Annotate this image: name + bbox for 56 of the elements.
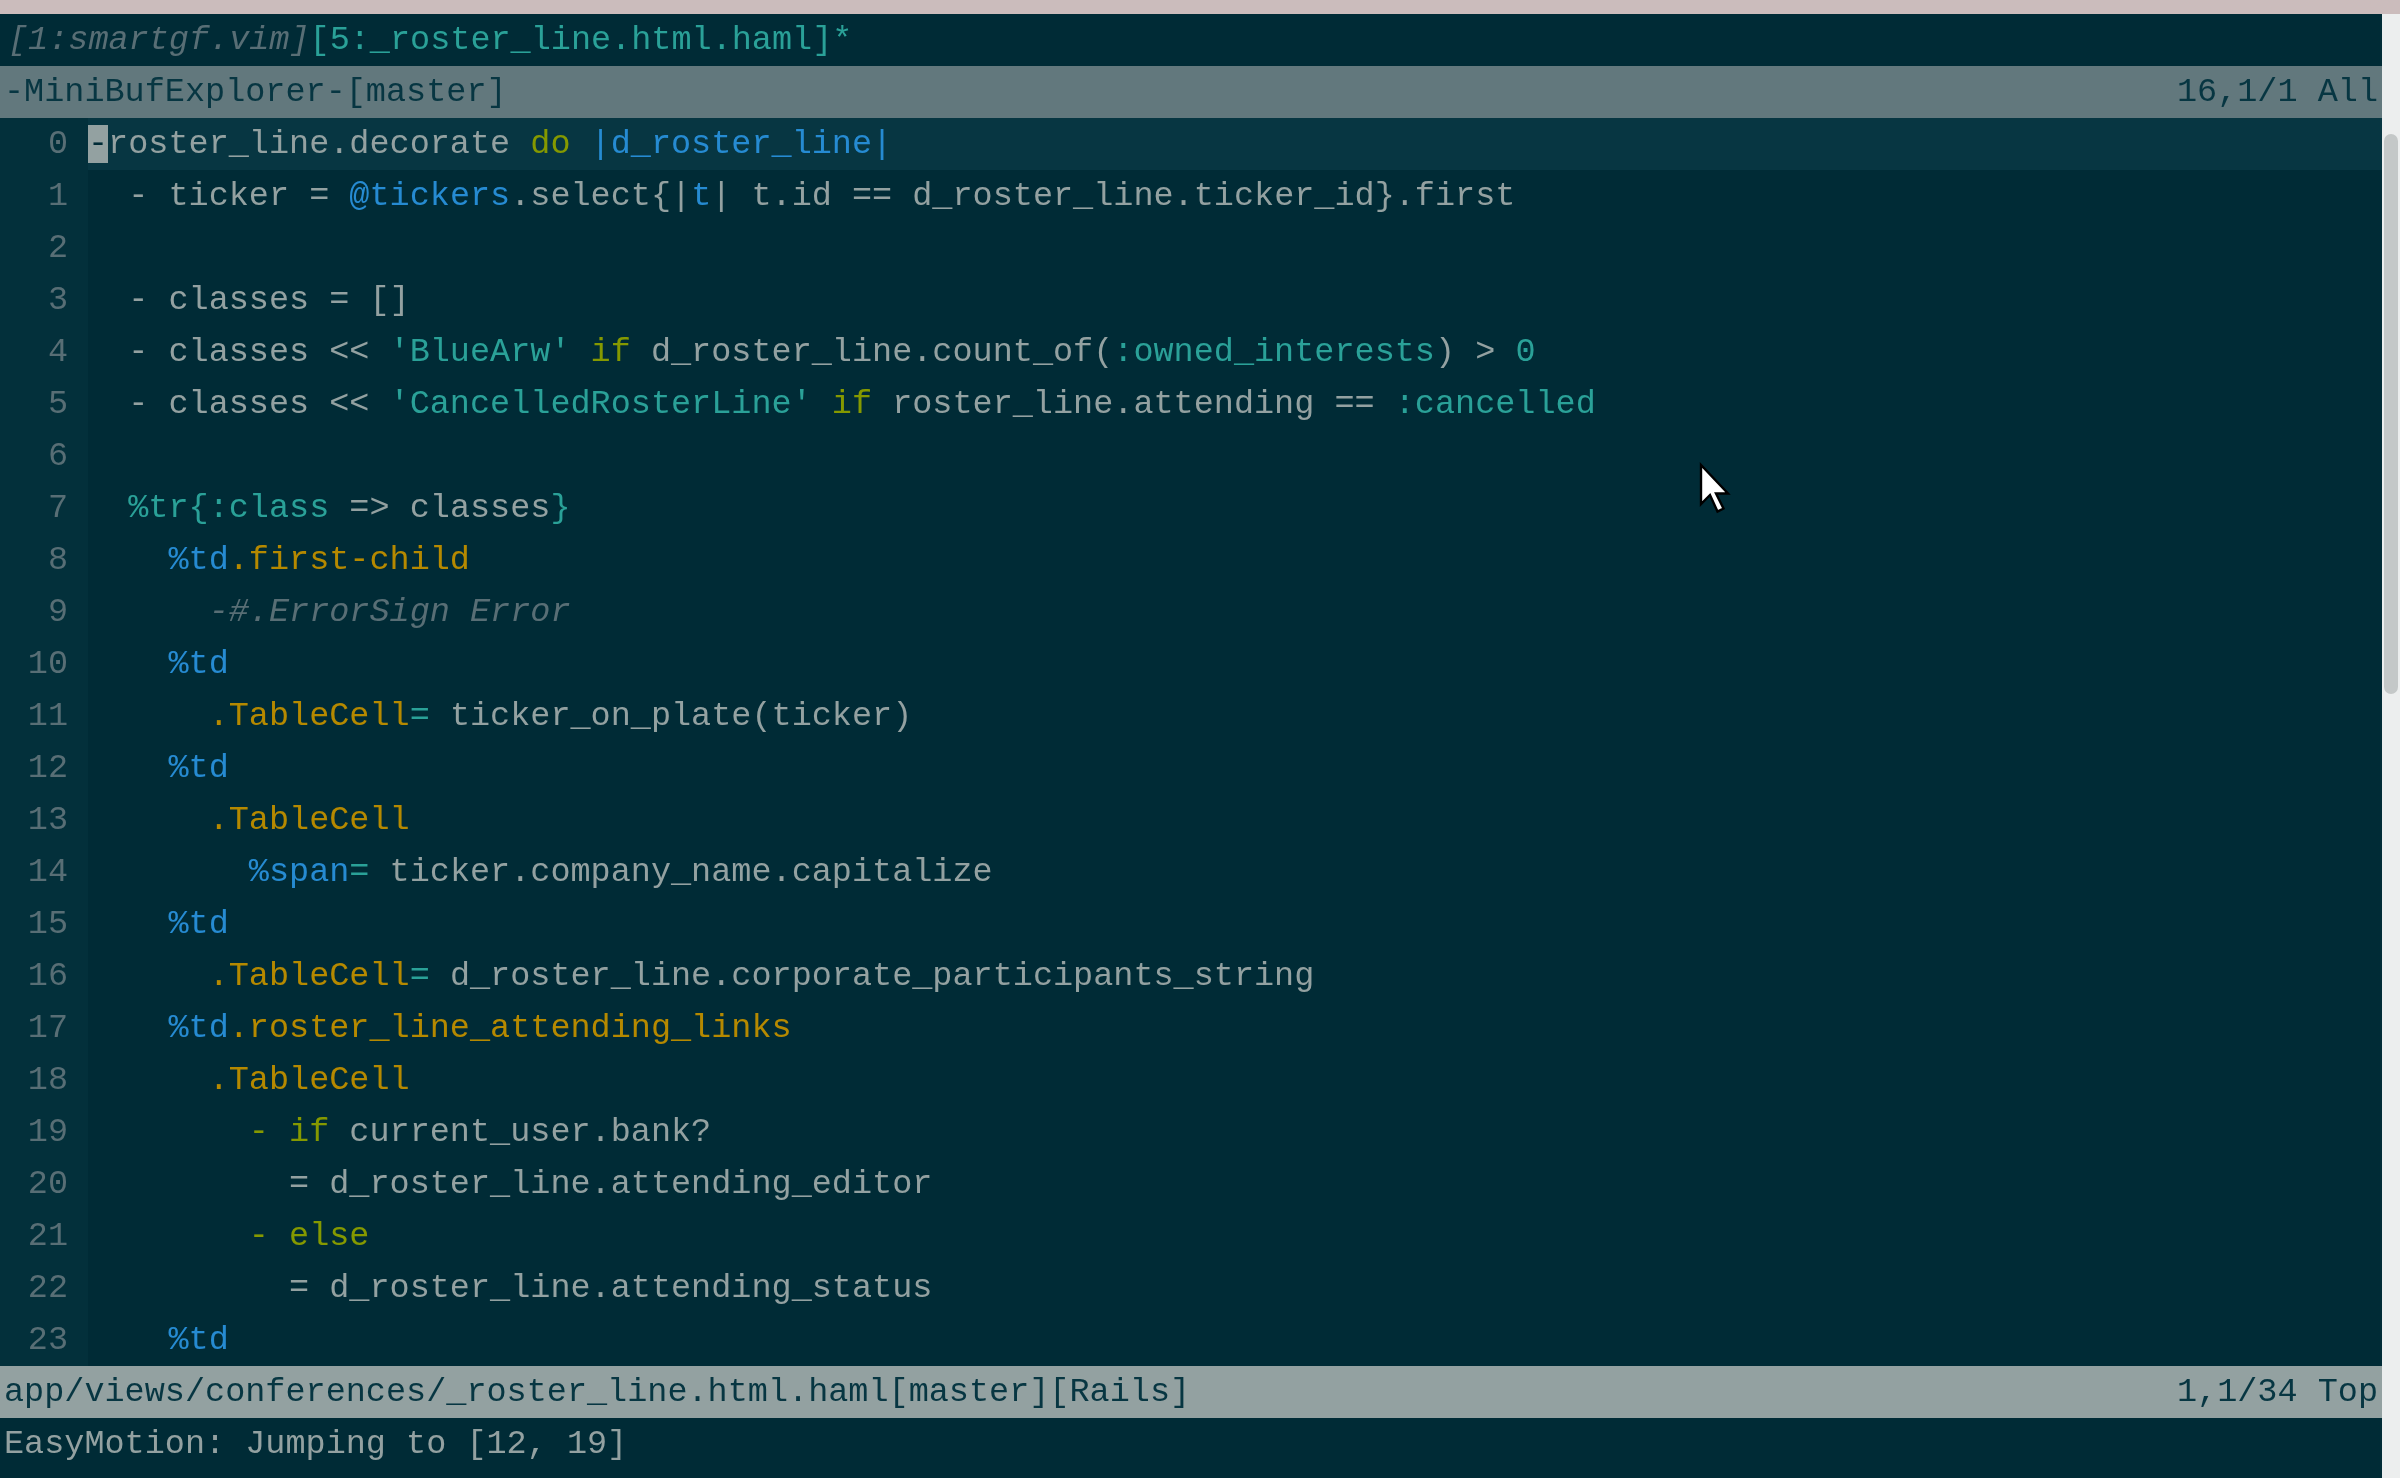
code-line: .TableCell bbox=[208, 800, 410, 841]
line-number: 2 bbox=[0, 222, 88, 274]
code-line: - else bbox=[248, 1216, 370, 1257]
line-number: 23 bbox=[0, 1314, 88, 1366]
line-number: 7 bbox=[0, 482, 88, 534]
line-number: 10 bbox=[0, 638, 88, 690]
line-number: 1 bbox=[0, 170, 88, 222]
code-line: %td bbox=[168, 644, 229, 685]
code-line: %tr{:class => classes} bbox=[128, 488, 571, 529]
code-line: .TableCell= ticker_on_plate(ticker) bbox=[208, 696, 913, 737]
line-number: 9 bbox=[0, 586, 88, 638]
line-number: 11 bbox=[0, 690, 88, 742]
line-number: 20 bbox=[0, 1158, 88, 1210]
line-number: 22 bbox=[0, 1262, 88, 1314]
line-number: 18 bbox=[0, 1054, 88, 1106]
line-number: 3 bbox=[0, 274, 88, 326]
line-number: 13 bbox=[0, 794, 88, 846]
line-number: 16 bbox=[0, 950, 88, 1002]
cursor-position: 16,1/1 All bbox=[2176, 72, 2378, 113]
code-line: = d_roster_line.attending_status bbox=[289, 1268, 933, 1309]
scroll-thumb[interactable] bbox=[2384, 134, 2398, 694]
code-line: %td.roster_line_attending_links bbox=[168, 1008, 792, 1049]
line-number: 15 bbox=[0, 898, 88, 950]
code-line: - if current_user.bank? bbox=[248, 1112, 712, 1153]
command-line-message: EasyMotion: Jumping to [12, 19] bbox=[4, 1425, 628, 1463]
code-line: %td bbox=[168, 1320, 229, 1361]
line-number: 0 bbox=[0, 118, 88, 170]
code-line: .TableCell= d_roster_line.corporate_participants_string bbox=[208, 956, 1315, 997]
file-path: app/views/conferences/_roster_line.html.haml[master][Rails] bbox=[4, 1372, 1191, 1413]
code-line: %td bbox=[168, 904, 229, 945]
code-line: -#.ErrorSign Error bbox=[208, 592, 571, 633]
code-line: = d_roster_line.attending_editor bbox=[289, 1164, 933, 1205]
buffer-tab[interactable]: [5:_roster_line.html.haml]* bbox=[309, 14, 853, 66]
line-number: 4 bbox=[0, 326, 88, 378]
buffer-tab[interactable]: [1:smartgf.vim] bbox=[8, 14, 310, 66]
code-line: .TableCell bbox=[208, 1060, 410, 1101]
code-line: %td bbox=[168, 748, 229, 789]
line-number: 19 bbox=[0, 1106, 88, 1158]
line-number: 5 bbox=[0, 378, 88, 430]
line-number: 21 bbox=[0, 1210, 88, 1262]
line-number: 6 bbox=[0, 430, 88, 482]
line-number: 12 bbox=[0, 742, 88, 794]
mouse-pointer-icon bbox=[1698, 462, 1734, 516]
code-line: - classes << 'BlueArw' if d_roster_line.count_of(:owned_interests) > 0 bbox=[128, 332, 1536, 373]
code-line: - classes << 'CancelledRosterLine' if roster_line.attending == :cancelled bbox=[128, 384, 1596, 425]
code-line: - ticker = @tickers.select{|t| t.id == d_roster_line.ticker_id}.first bbox=[128, 176, 1516, 217]
code-line: %span= ticker.company_name.capitalize bbox=[248, 852, 993, 893]
code-line: - classes = [] bbox=[128, 280, 410, 321]
line-number: 8 bbox=[0, 534, 88, 586]
status-text: -MiniBufExplorer-[master] bbox=[4, 72, 507, 113]
code-line: %td.first-child bbox=[168, 540, 470, 581]
line-number: 17 bbox=[0, 1002, 88, 1054]
cursor-position: 1,1/34 Top bbox=[2176, 1372, 2378, 1413]
scrollbar[interactable] bbox=[2382, 14, 2400, 1478]
line-number: 14 bbox=[0, 846, 88, 898]
code-line: -roster_line.decorate do |d_roster_line| bbox=[88, 124, 893, 165]
